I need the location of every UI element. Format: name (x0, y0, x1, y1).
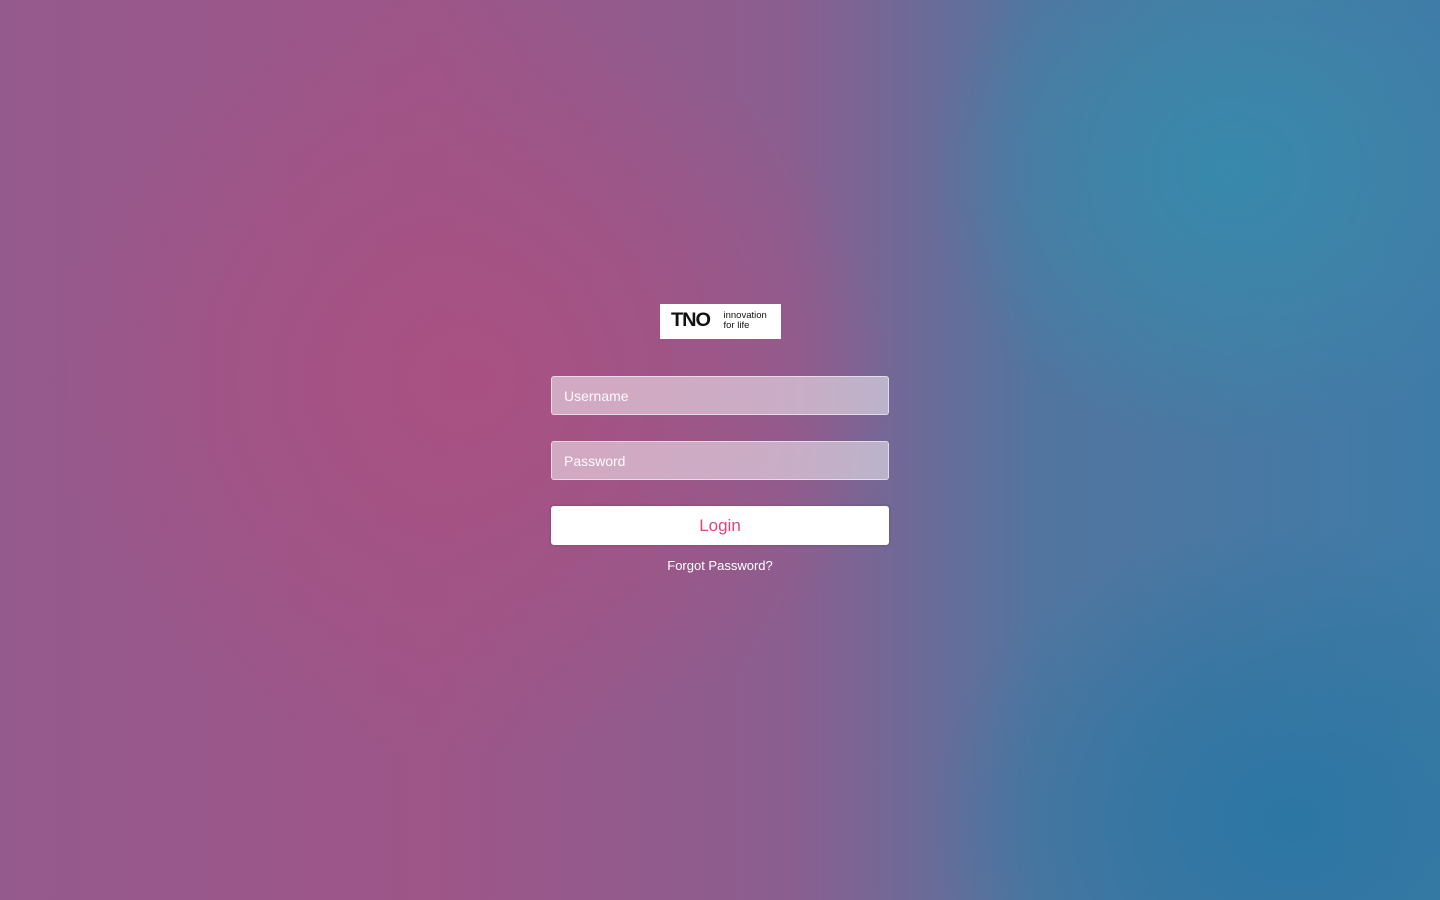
password-input[interactable] (551, 441, 889, 480)
username-input[interactable] (551, 376, 889, 415)
logo-tagline-line2: for life (723, 320, 750, 331)
logo-brand-text: TNO (670, 310, 711, 331)
tno-logo: TNO innovation for life (659, 304, 781, 339)
login-button[interactable]: Login (551, 506, 889, 545)
logo-tagline: innovation for life (724, 311, 779, 331)
forgot-password-link[interactable]: Forgot Password? (551, 558, 889, 573)
login-panel: TNO innovation for life Login Forgot Pas… (551, 304, 889, 573)
